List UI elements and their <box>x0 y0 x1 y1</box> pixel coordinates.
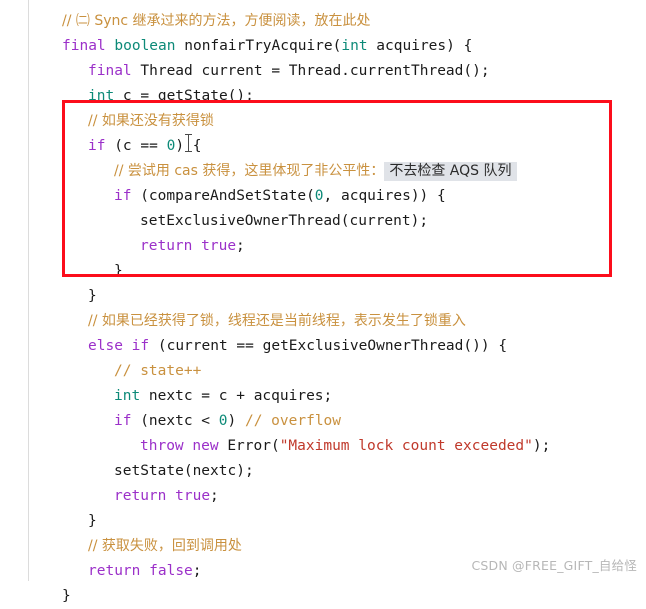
code-token-keyword: if <box>131 338 150 354</box>
code-token-comment: // overflow <box>244 413 342 429</box>
code-token-type: boolean <box>114 38 176 54</box>
code-line[interactable]: else if (current == getExclusiveOwnerThr… <box>0 334 646 359</box>
code-line[interactable]: setExclusiveOwnerThread(current); <box>0 209 646 234</box>
code-token-plain: ; <box>236 238 245 254</box>
code-token-keyword: return <box>88 563 141 579</box>
code-token-keyword: return <box>114 488 167 504</box>
code-token-plain: } <box>88 513 97 529</box>
code-token-keyword: if <box>114 188 132 204</box>
code-line[interactable]: if (c == 0) { <box>0 134 646 159</box>
code-token-plain: (current == getExclusiveOwnerThread()) { <box>149 338 508 354</box>
code-token-num: 0 <box>166 138 176 154</box>
code-line[interactable]: } <box>0 284 646 309</box>
code-line[interactable]: // 如果还没有获得锁 <box>0 109 646 134</box>
code-line[interactable]: setState(nextc); <box>0 459 646 484</box>
code-token-keyword: return <box>140 238 193 254</box>
code-line[interactable]: // 尝试用 cas 获得，这里体现了非公平性： 不去检查 AQS 队列 <box>0 159 646 184</box>
code-token-plain: Error( <box>218 438 280 454</box>
code-token-keyword: true <box>201 238 237 254</box>
code-token-comment: // 获取失败，回到调用处 <box>88 538 242 554</box>
code-line[interactable]: } <box>0 584 646 609</box>
code-token-num: 0 <box>314 188 324 204</box>
code-line[interactable]: if (nextc < 0) // overflow <box>0 409 646 434</box>
code-line[interactable]: } <box>0 509 646 534</box>
code-token-comment: // 如果还没有获得锁 <box>88 113 214 129</box>
code-token-type: int <box>341 38 368 54</box>
code-line[interactable]: // state++ <box>0 359 646 384</box>
code-token-plain: } <box>88 288 97 304</box>
text-caret <box>185 134 192 152</box>
code-line[interactable]: // 如果已经获得了锁，线程还是当前线程，表示发生了锁重入 <box>0 309 646 334</box>
code-line[interactable]: // ㈡ Sync 继承过来的方法，方便阅读，放在此处 <box>0 9 646 34</box>
code-token-comment: // 如果已经获得了锁，线程还是当前线程，表示发生了锁重入 <box>88 313 466 329</box>
code-token-plain: nextc = c + acquires; <box>140 388 333 404</box>
code-token-keyword: new <box>192 438 219 454</box>
code-token-type: int <box>88 88 115 104</box>
code-line[interactable]: } <box>0 259 646 284</box>
code-token-plain: (compareAndSetState( <box>131 188 315 204</box>
csdn-watermark: CSDN @FREE_GIFT_自给怪 <box>471 558 637 573</box>
code-token-plain: (c == <box>105 138 167 154</box>
code-token-plain: } <box>62 588 71 604</box>
code-line[interactable]: return true; <box>0 234 646 259</box>
code-token-keyword: if <box>88 138 106 154</box>
code-block[interactable]: // ㈡ Sync 继承过来的方法，方便阅读，放在此处 final boolean… <box>0 0 646 609</box>
code-line[interactable]: final Thread current = Thread.currentThr… <box>0 59 646 84</box>
code-token-keyword: throw <box>140 438 184 454</box>
code-token-plain: nonfairTryAcquire( <box>175 38 342 54</box>
code-line[interactable]: final boolean nonfairTryAcquire(int acqu… <box>0 34 646 59</box>
highlighted-note: 不去检查 AQS 队列 <box>384 162 517 181</box>
code-token-plain: c = getState(); <box>114 88 254 104</box>
code-token-type: int <box>114 388 141 404</box>
code-token-keyword: final <box>62 38 106 54</box>
code-token-comment: // ㈡ Sync 继承过来的方法，方便阅读，放在此处 <box>62 13 371 29</box>
code-token-plain: setState(nextc); <box>114 463 254 479</box>
code-token-plain: ) <box>227 413 245 429</box>
code-line[interactable]: throw new Error("Maximum lock count exce… <box>0 434 646 459</box>
code-token-keyword: if <box>114 413 132 429</box>
code-token-plain: ); <box>532 438 551 454</box>
code-token-plain: Thread current = Thread.currentThread(); <box>131 63 490 79</box>
code-token-plain: } <box>114 263 123 279</box>
code-line[interactable]: if (compareAndSetState(0, acquires)) { <box>0 184 646 209</box>
code-token-keyword: final <box>88 63 132 79</box>
code-token-string: "Maximum lock count exceeded" <box>279 438 533 454</box>
code-token-keyword: else <box>88 338 123 354</box>
code-token-num: 0 <box>218 413 228 429</box>
code-token-comment: // state++ <box>114 363 202 379</box>
code-token-plain: ; <box>192 563 202 579</box>
code-token-plain: setExclusiveOwnerThread(current); <box>140 213 429 229</box>
code-token-keyword: true <box>175 488 211 504</box>
code-token-plain: , acquires)) { <box>323 188 446 204</box>
code-token-keyword: false <box>149 563 193 579</box>
code-token-plain: ; <box>210 488 219 504</box>
code-token-comment: // 尝试用 cas 获得，这里体现了非公平性： <box>114 163 385 179</box>
code-token-plain: (nextc < <box>131 413 219 429</box>
code-line[interactable]: return true; <box>0 484 646 509</box>
code-token-plain: acquires) { <box>367 38 473 54</box>
code-line[interactable]: int c = getState(); <box>0 84 646 109</box>
code-line[interactable]: int nextc = c + acquires; <box>0 384 646 409</box>
